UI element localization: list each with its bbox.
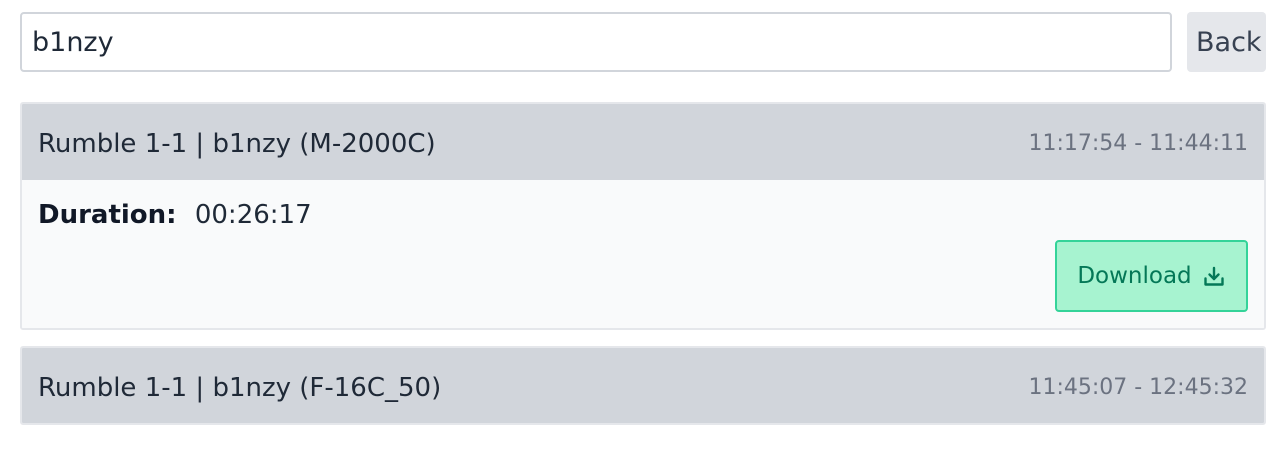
recording-time-range: 11:17:54 - 11:44:11 [1028,131,1248,156]
download-button[interactable]: Download [1055,240,1248,312]
search-input[interactable] [20,12,1172,72]
recording-card-body: Duration: 00:26:17 Download [22,180,1264,328]
duration-value: 00:26:17 [194,200,312,230]
recording-card-header[interactable]: Rumble 1-1 | b1nzy (F-16C_50) 11:45:07 -… [22,348,1264,423]
duration-label: Duration: [38,200,177,230]
duration-row: Duration: 00:26:17 [38,200,312,230]
recording-title: Rumble 1-1 | b1nzy (F-16C_50) [38,373,442,403]
recording-card: Rumble 1-1 | b1nzy (F-16C_50) 11:45:07 -… [20,346,1266,425]
recording-title: Rumble 1-1 | b1nzy (M-2000C) [38,129,436,159]
recording-card: Rumble 1-1 | b1nzy (M-2000C) 11:17:54 - … [20,102,1266,330]
recording-card-header[interactable]: Rumble 1-1 | b1nzy (M-2000C) 11:17:54 - … [22,104,1264,180]
recording-time-range: 11:45:07 - 12:45:32 [1028,375,1248,400]
download-button-label: Download [1077,263,1192,289]
recordings-page: Back Rumble 1-1 | b1nzy (M-2000C) 11:17:… [0,0,1286,450]
search-row: Back [20,12,1266,72]
back-button[interactable]: Back [1187,12,1266,72]
download-icon [1202,264,1226,288]
